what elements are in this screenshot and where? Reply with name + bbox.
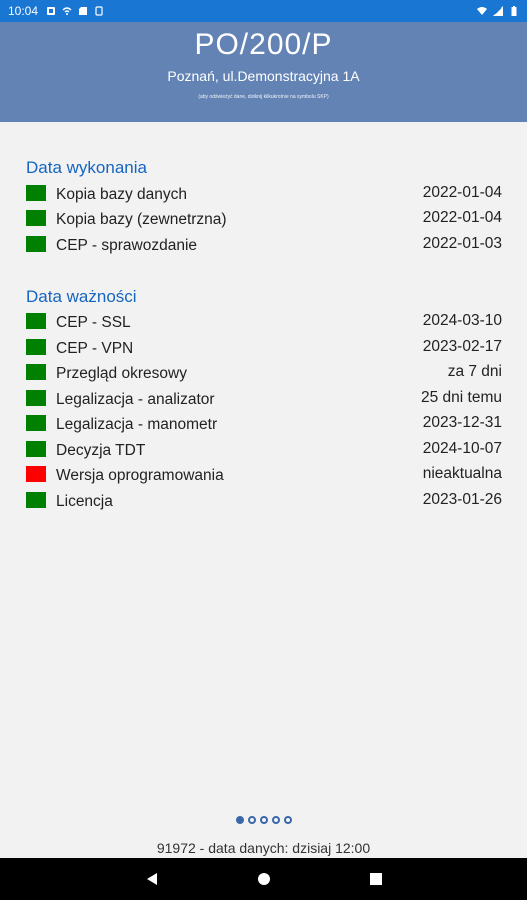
page-dot[interactable] [259,816,268,824]
page-indicator [0,816,527,824]
status-row: CEP - SSL 2024-03-10 [26,309,504,335]
station-code-title[interactable]: PO/200/P [0,22,527,62]
status-indicator [26,415,46,432]
app-header: PO/200/P Poznań, ul.Demonstracyjna 1A (a… [0,22,527,122]
page-dot[interactable] [247,816,256,824]
status-value: 2023-02-17 [422,337,502,355]
status-time: 10:04 [8,4,39,18]
status-label: Wersja oprogramowania [56,467,224,485]
status-indicator [26,313,46,330]
page-dot[interactable] [235,816,244,824]
status-indicator [26,338,46,355]
station-address: Poznań, ul.Demonstracyjna 1A [167,68,360,84]
status-label: Kopia bazy danych [56,185,187,203]
status-value: 2023-01-26 [422,490,502,508]
notification-icon [47,7,56,15]
recents-button[interactable] [366,869,386,889]
status-indicator [26,184,46,201]
status-label: Legalizacja - manometr [56,416,218,434]
status-label: Legalizacja - analizator [56,390,215,408]
back-button[interactable] [142,869,162,889]
status-value: za 7 dni [447,363,502,381]
status-value: 2022-01-04 [422,209,502,227]
status-value: nieaktualna [422,465,502,483]
status-row: Kopia bazy danych 2022-01-04 [26,180,504,206]
back-icon [146,873,157,885]
status-section: Data wykonania Kopia bazy danych 2022-01-0… [26,158,504,257]
status-value: 25 dni temu [421,388,502,406]
page-dot[interactable] [271,816,280,824]
page-dot[interactable] [283,816,292,824]
sd-card-icon [79,7,88,15]
home-icon [257,873,270,885]
status-label: CEP - SSL [56,314,131,332]
status-row: Legalizacja - manometr 2023-12-31 [26,411,504,437]
status-value: 2022-01-03 [422,234,502,252]
status-indicator [26,364,46,381]
section-title: Data ważności [26,286,137,306]
wifi-calling-icon [62,7,72,15]
status-label: Licencja [56,492,113,510]
status-row: CEP - sprawozdanie 2022-01-03 [26,231,504,257]
status-section: Data ważności CEP - SSL 2024-03-10 CEP - VP… [26,287,504,513]
status-row: CEP - VPN 2023-02-17 [26,334,504,360]
status-row: Decyzja TDT 2024-10-07 [26,436,504,462]
recents-icon [369,873,382,885]
wifi-icon [477,7,487,15]
status-bar: 10:04 [0,0,527,22]
status-indicator [26,491,46,508]
status-label: Kopia bazy (zewnetrzna) [56,211,227,229]
status-label: Przegląd okresowy [56,365,187,383]
status-row: Licencja 2023-01-26 [26,487,504,513]
status-indicator [26,466,46,483]
navigation-bar [0,858,527,900]
signal-icon [493,6,503,16]
status-label: Decyzja TDT [56,441,146,459]
battery-icon [511,6,517,16]
status-indicator [26,210,46,227]
status-value: 2022-01-04 [422,183,502,201]
status-content: Data wykonania Kopia bazy danych 2022-01-0… [26,158,504,543]
status-row: Wersja oprogramowania nieaktualna [26,462,504,488]
section-title: Data wykonania [26,158,147,177]
status-label: CEP - VPN [56,339,134,357]
home-button[interactable] [254,869,274,889]
status-value: 2024-03-10 [422,312,502,330]
status-value: 2023-12-31 [422,414,502,432]
sync-icon [95,6,103,16]
status-indicator [26,235,46,252]
status-indicator [26,389,46,406]
status-indicator [26,440,46,457]
status-row: Przegląd okresowy za 7 dni [26,360,504,386]
status-row: Legalizacja - analizator 25 dni temu [26,385,504,411]
status-row: Kopia bazy (zewnetrzna) 2022-01-04 [26,206,504,232]
data-timestamp-footer: 91972 - data danych: dzisiaj 12:00 [156,840,371,856]
refresh-hint: (aby odświeżyć dane, dotknij kilkukrotni… [198,94,329,100]
status-label: CEP - sprawozdanie [56,236,198,254]
status-value: 2024-10-07 [422,439,502,457]
